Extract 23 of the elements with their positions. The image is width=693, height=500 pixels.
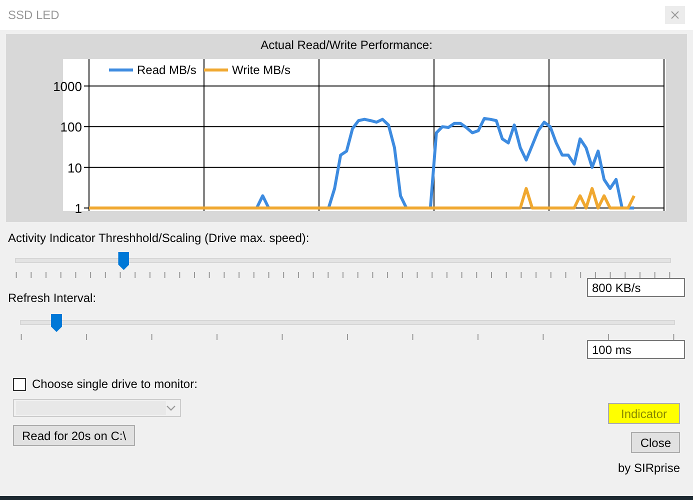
checkbox[interactable]	[13, 378, 26, 390]
chart-title: Actual Read/Write Performance:	[260, 38, 432, 52]
refresh-field[interactable]: 100 ms	[587, 340, 685, 359]
y-tick-label: 10	[68, 160, 82, 176]
close-button[interactable]: Close	[631, 432, 680, 453]
y-tick-label: 1000	[53, 79, 82, 94]
close-icon	[671, 11, 679, 19]
slider[interactable]	[15, 254, 671, 278]
slider[interactable]	[20, 316, 675, 340]
read-button[interactable]: Read for 20s on C:\	[13, 425, 136, 446]
threshold-field[interactable]: 800 KB/s	[587, 278, 685, 297]
slider-thumb[interactable]	[51, 314, 62, 332]
y-tick-label: 1	[74, 201, 82, 216]
legend-label: Write MB/s	[232, 63, 290, 77]
threshold-label: Activity Indicator Threshhold/Scaling (Drive max. speed):	[8, 231, 310, 245]
credit-text: by SIRprise	[618, 461, 680, 475]
checkbox-label: Choose single drive to monitor:	[32, 377, 198, 391]
slider-thumb[interactable]	[118, 252, 130, 270]
window-title: SSD LED	[8, 8, 60, 22]
legend-label: Read MB/s	[137, 63, 196, 77]
y-tick-label: 100	[60, 120, 82, 135]
refresh-label: Refresh Interval:	[8, 291, 98, 305]
chevron-icon	[166, 405, 176, 411]
